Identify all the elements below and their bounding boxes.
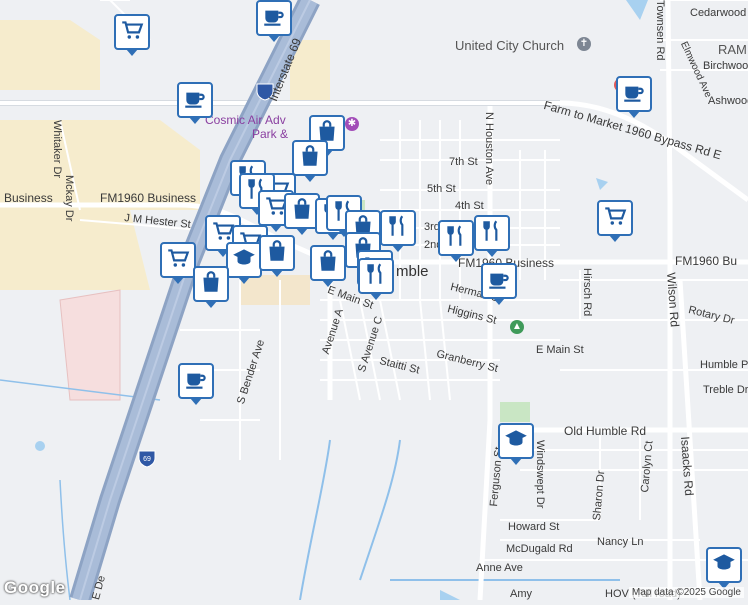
map-marker[interactable] (597, 200, 633, 242)
road-label: N Houston Ave (483, 112, 495, 186)
map-marker[interactable] (256, 0, 292, 42)
road-label: Nancy Ln (597, 536, 644, 548)
road-label: Humble Pl D (700, 359, 748, 371)
bag-icon (289, 196, 315, 227)
road-label: Business (4, 191, 53, 205)
road-label: Howard St (508, 521, 560, 533)
road-label: 5th St (427, 183, 456, 195)
map-marker[interactable] (498, 423, 534, 465)
restaurant-icon (479, 218, 505, 249)
road-label: FM1960 Business (100, 191, 197, 205)
road-label: Old Humble Rd (564, 424, 647, 438)
restaurant-icon (385, 213, 411, 244)
map-marker[interactable] (616, 76, 652, 118)
place-label[interactable]: mble (396, 263, 429, 280)
svg-text:69: 69 (143, 456, 151, 463)
map-attribution[interactable]: Map data ©2025 Google (628, 587, 744, 598)
road-label: Windswept Dr (534, 440, 546, 509)
road-label: Amy (510, 588, 532, 600)
road-label: FM1960 Bu (675, 254, 738, 268)
road-label: Mckay Dr (63, 175, 75, 222)
road-label: Treble Dr (703, 384, 748, 396)
road-label: 7th St (449, 156, 478, 168)
road-label: Ashwood (708, 95, 748, 107)
map-marker[interactable] (193, 266, 229, 308)
map-marker[interactable] (358, 258, 394, 300)
map-marker[interactable] (160, 242, 196, 284)
restaurant-icon (363, 261, 389, 292)
map-marker[interactable] (438, 220, 474, 262)
school-icon (711, 550, 737, 581)
bag-icon (297, 143, 323, 174)
map-marker[interactable] (474, 215, 510, 257)
bag-icon (264, 238, 290, 269)
map-marker[interactable] (310, 245, 346, 287)
cart-icon (602, 203, 628, 234)
school-icon (231, 245, 257, 276)
place-label[interactable]: Cosmic Air Adv (205, 113, 286, 127)
coffee-icon (183, 366, 209, 397)
map-marker[interactable] (259, 235, 295, 277)
attraction-icon[interactable]: ✱ (345, 117, 359, 131)
place-label[interactable]: Park & (252, 127, 288, 141)
place-label[interactable]: RAM (718, 42, 747, 57)
map-marker[interactable] (380, 210, 416, 252)
bag-icon (198, 269, 224, 300)
coffee-icon (182, 85, 208, 116)
map-marker[interactable] (292, 140, 328, 182)
road-label: E Main St (536, 344, 584, 356)
road-label: Anne Ave (476, 562, 523, 574)
coffee-icon (486, 266, 512, 297)
park-icon[interactable]: ▲ (510, 320, 524, 334)
map-marker[interactable] (481, 263, 517, 305)
road-label: Townsen Rd (654, 0, 666, 61)
map-marker[interactable] (177, 82, 213, 124)
road-label: 4th St (455, 200, 484, 212)
map-marker[interactable] (114, 14, 150, 56)
road-label: Whitaker Dr (51, 120, 63, 179)
coffee-icon (621, 79, 647, 110)
road-label: McDugald Rd (506, 543, 573, 555)
road-label: Cedarwood (690, 7, 747, 19)
road-label: Birchwood (703, 60, 748, 72)
coffee-icon (261, 3, 287, 34)
road-label: Hirsch Rd (581, 268, 593, 317)
google-logo: Google (4, 578, 66, 597)
map-marker[interactable] (178, 363, 214, 405)
map-canvas[interactable]: 69 ✝ ▲ ✱ + United City Church RAM Cosmic… (0, 0, 748, 604)
map-marker[interactable] (226, 242, 262, 284)
cart-icon (165, 245, 191, 276)
map-marker[interactable] (706, 547, 742, 589)
cart-icon (119, 17, 145, 48)
school-icon (503, 426, 529, 457)
highway-shield: 69 (138, 450, 156, 468)
bag-icon (315, 248, 341, 279)
place-label[interactable]: United City Church (455, 38, 564, 53)
restaurant-icon (443, 223, 469, 254)
church-icon[interactable]: ✝ (577, 37, 591, 51)
